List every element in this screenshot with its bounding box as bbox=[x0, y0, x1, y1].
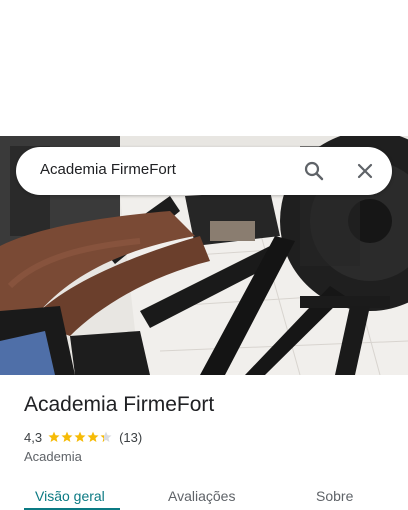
star-icon bbox=[87, 431, 99, 442]
search-bar[interactable]: Academia FirmeFort bbox=[16, 147, 392, 195]
rating-stars bbox=[48, 431, 113, 443]
star-icon bbox=[61, 431, 73, 442]
star-icon bbox=[100, 431, 112, 442]
star-icon bbox=[74, 431, 86, 442]
rating-value: 4,3 bbox=[24, 429, 43, 445]
search-icon[interactable] bbox=[302, 159, 326, 183]
place-tabs: Visão geral Avaliações Sobre bbox=[0, 480, 408, 510]
reviews-count[interactable]: (13) bbox=[119, 430, 142, 445]
search-query[interactable]: Academia FirmeFort bbox=[40, 161, 176, 178]
top-blank-area bbox=[0, 0, 408, 136]
tab-about[interactable]: Sobre bbox=[316, 488, 353, 504]
close-icon[interactable] bbox=[353, 159, 377, 183]
tab-reviews[interactable]: Avaliações bbox=[168, 488, 235, 504]
star-icon bbox=[48, 431, 60, 442]
place-title: Academia FirmeFort bbox=[24, 393, 215, 416]
place-category[interactable]: Academia bbox=[24, 449, 82, 464]
rating-row[interactable]: 4,3 (13) bbox=[24, 428, 142, 446]
tab-overview[interactable]: Visão geral bbox=[35, 488, 105, 504]
